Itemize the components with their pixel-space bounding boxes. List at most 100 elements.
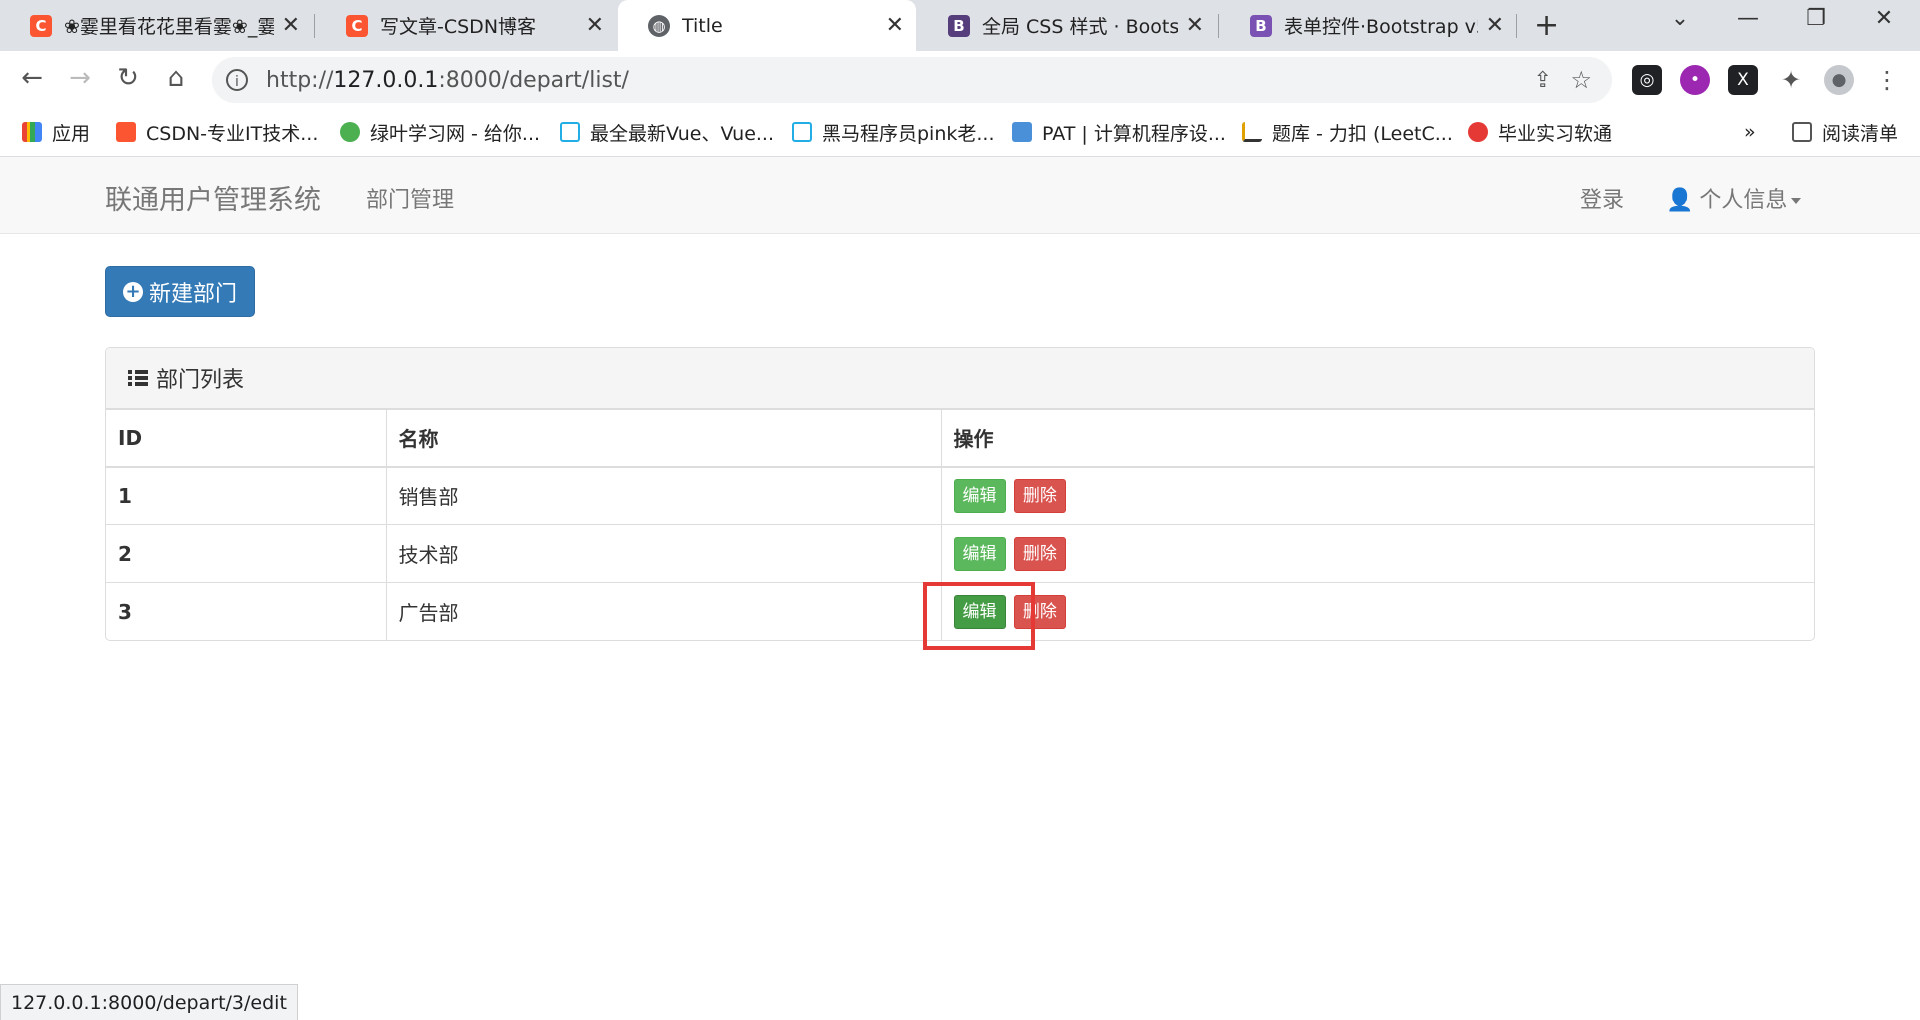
apps-grid-icon (22, 122, 42, 142)
cell-name: 销售部 (385, 466, 941, 525)
url-text[interactable]: http://127.0.0.1:8000/depart/list/ (266, 68, 629, 93)
puzzle-icon[interactable]: ✦ (1776, 65, 1806, 95)
new-tab-button[interactable]: + (1534, 8, 1559, 43)
browser-tab[interactable]: C ❀霎里看花花里看霎❀_霎 ✕ (0, 0, 312, 51)
bilibili-icon (792, 122, 812, 142)
nav-dept-management[interactable]: 部门管理 (366, 182, 454, 214)
extension-icon[interactable]: • (1680, 65, 1710, 95)
nav-login[interactable]: 登录 (1580, 182, 1624, 214)
browser-tab[interactable]: B 全局 CSS 样式 · Bootstra ✕ (918, 0, 1216, 51)
browser-tab-active[interactable]: ◍ Title ✕ (618, 0, 916, 51)
menu-icon[interactable]: ⋮ (1872, 65, 1902, 95)
csdn-icon (116, 122, 136, 142)
leaf-icon (340, 122, 360, 142)
cell-id: 2 (106, 524, 386, 583)
column-header-actions: 操作 (940, 409, 1814, 468)
page-content: 联通用户管理系统 部门管理 登录 👤 个人信息 + 新建部门 部门列表 ID 名称… (0, 157, 1920, 1020)
tab-title: Title (682, 14, 723, 37)
extension-icon[interactable]: X (1728, 65, 1758, 95)
reload-icon[interactable]: ↻ (110, 63, 146, 93)
tab-title: 表单控件·Bootstrap v5.1 (1284, 16, 1478, 38)
close-icon[interactable]: ✕ (586, 13, 604, 38)
status-bar-link-preview: 127.0.0.1:8000/depart/3/edit (0, 984, 298, 1020)
reading-list-button[interactable]: 阅读清单 (1792, 117, 1898, 147)
department-table: ID 名称 操作 1 销售部 编辑 删除 2 技术部 编辑 删除 3 广告部 编… (106, 409, 1814, 640)
browser-tab[interactable]: C 写文章-CSDN博客 ✕ (316, 0, 616, 51)
back-icon[interactable]: ← (14, 63, 50, 93)
address-bar[interactable]: i http://127.0.0.1:8000/depart/list/ ⇪ ☆ (212, 57, 1612, 103)
bookmark-item[interactable]: 黑马程序员pink老... (792, 117, 995, 147)
column-header-name: 名称 (385, 409, 941, 468)
table-row: 2 技术部 编辑 删除 (106, 524, 1814, 583)
bookmark-item[interactable]: 最全最新Vue、Vue... (560, 117, 774, 147)
cell-actions: 编辑 删除 (940, 582, 1814, 640)
bookmark-item[interactable]: PAT | 计算机程序设... (1012, 117, 1226, 147)
table-row: 1 销售部 编辑 删除 (106, 466, 1814, 525)
bookmarks-bar: 应用 CSDN-专业IT技术... 绿叶学习网 - 给你... 最全最新Vue、… (0, 109, 1920, 157)
bootstrap-icon: B (1250, 14, 1272, 37)
forward-icon[interactable]: → (62, 63, 98, 93)
site-navbar: 联通用户管理系统 部门管理 登录 👤 个人信息 (0, 157, 1920, 234)
globe-icon: ◍ (648, 14, 670, 37)
info-icon[interactable]: i (226, 69, 248, 91)
table-row: 3 广告部 编辑 删除 (106, 582, 1814, 640)
cell-id: 1 (106, 466, 386, 525)
csdn-icon: C (346, 14, 368, 37)
panel-heading: 部门列表 (106, 348, 1814, 409)
bookmark-apps[interactable]: 应用 (22, 117, 90, 147)
department-panel: 部门列表 ID 名称 操作 1 销售部 编辑 删除 2 技术部 编辑 删除 3 … (105, 347, 1815, 641)
close-icon[interactable]: ✕ (1186, 13, 1204, 38)
pat-icon (1012, 122, 1032, 142)
tab-title: 全局 CSS 样式 · Bootstra (982, 16, 1178, 38)
window-close-icon[interactable]: ✕ (1864, 6, 1904, 31)
tab-divider (314, 14, 315, 38)
share-icon[interactable]: ⇪ (1534, 68, 1552, 93)
table-header-row: ID 名称 操作 (106, 409, 1814, 468)
csdn-icon: C (30, 14, 52, 37)
list-icon (128, 368, 148, 388)
edit-button[interactable]: 编辑 (953, 536, 1006, 571)
bookmark-item[interactable]: 题库 - 力扣 (LeetC... (1242, 117, 1453, 147)
delete-button[interactable]: 删除 (1013, 478, 1066, 513)
tab-title: 写文章-CSDN博客 (380, 16, 537, 38)
softstone-icon (1468, 122, 1488, 142)
site-brand[interactable]: 联通用户管理系统 (105, 178, 321, 217)
browser-toolbar: ← → ↻ ⌂ i http://127.0.0.1:8000/depart/l… (0, 51, 1920, 109)
minimize-icon[interactable]: — (1728, 6, 1768, 31)
tab-title: ❀霎里看花花里看霎❀_霎 (64, 16, 274, 38)
tab-search-icon[interactable]: ⌄ (1660, 6, 1700, 31)
cell-name: 技术部 (385, 524, 941, 583)
delete-button[interactable]: 删除 (1013, 536, 1066, 571)
edit-button[interactable]: 编辑 (953, 478, 1006, 513)
new-department-button[interactable]: + 新建部门 (105, 266, 255, 317)
column-header-id: ID (106, 409, 386, 468)
close-icon[interactable]: ✕ (1486, 13, 1504, 38)
bookmark-item[interactable]: CSDN-专业IT技术... (116, 117, 318, 147)
more-bookmarks-button[interactable]: » (1744, 117, 1756, 147)
extension-icon[interactable]: ◎ (1632, 65, 1662, 95)
restore-icon[interactable]: ❐ (1796, 6, 1836, 31)
edit-button-hovered[interactable]: 编辑 (953, 594, 1006, 629)
nav-profile-dropdown[interactable]: 👤 个人信息 (1666, 182, 1802, 214)
close-icon[interactable]: ✕ (282, 13, 300, 38)
browser-tab[interactable]: B 表单控件·Bootstrap v5.1 ✕ (1220, 0, 1516, 51)
bookmark-item[interactable]: 毕业实习软通 (1468, 117, 1612, 147)
bookmark-item[interactable]: 绿叶学习网 - 给你... (340, 117, 540, 147)
user-icon: 👤 (1666, 188, 1694, 213)
close-icon[interactable]: ✕ (886, 13, 904, 38)
caret-down-icon (1791, 198, 1802, 204)
home-icon[interactable]: ⌂ (158, 63, 194, 93)
plus-circle-icon: + (122, 281, 143, 302)
delete-button[interactable]: 删除 (1013, 594, 1066, 629)
cell-actions: 编辑 删除 (940, 466, 1814, 525)
reading-list-icon (1792, 122, 1812, 142)
profile-avatar-icon[interactable]: ● (1824, 65, 1854, 95)
browser-tabstrip: C ❀霎里看花花里看霎❀_霎 ✕ C 写文章-CSDN博客 ✕ ◍ Title … (0, 0, 1920, 51)
leetcode-icon (1242, 122, 1262, 142)
bookmark-star-icon[interactable]: ☆ (1570, 66, 1592, 94)
tab-divider (1516, 14, 1517, 38)
panel-title: 部门列表 (156, 368, 245, 393)
tab-divider (1218, 14, 1219, 38)
cell-actions: 编辑 删除 (940, 524, 1814, 583)
bilibili-icon (560, 122, 580, 142)
